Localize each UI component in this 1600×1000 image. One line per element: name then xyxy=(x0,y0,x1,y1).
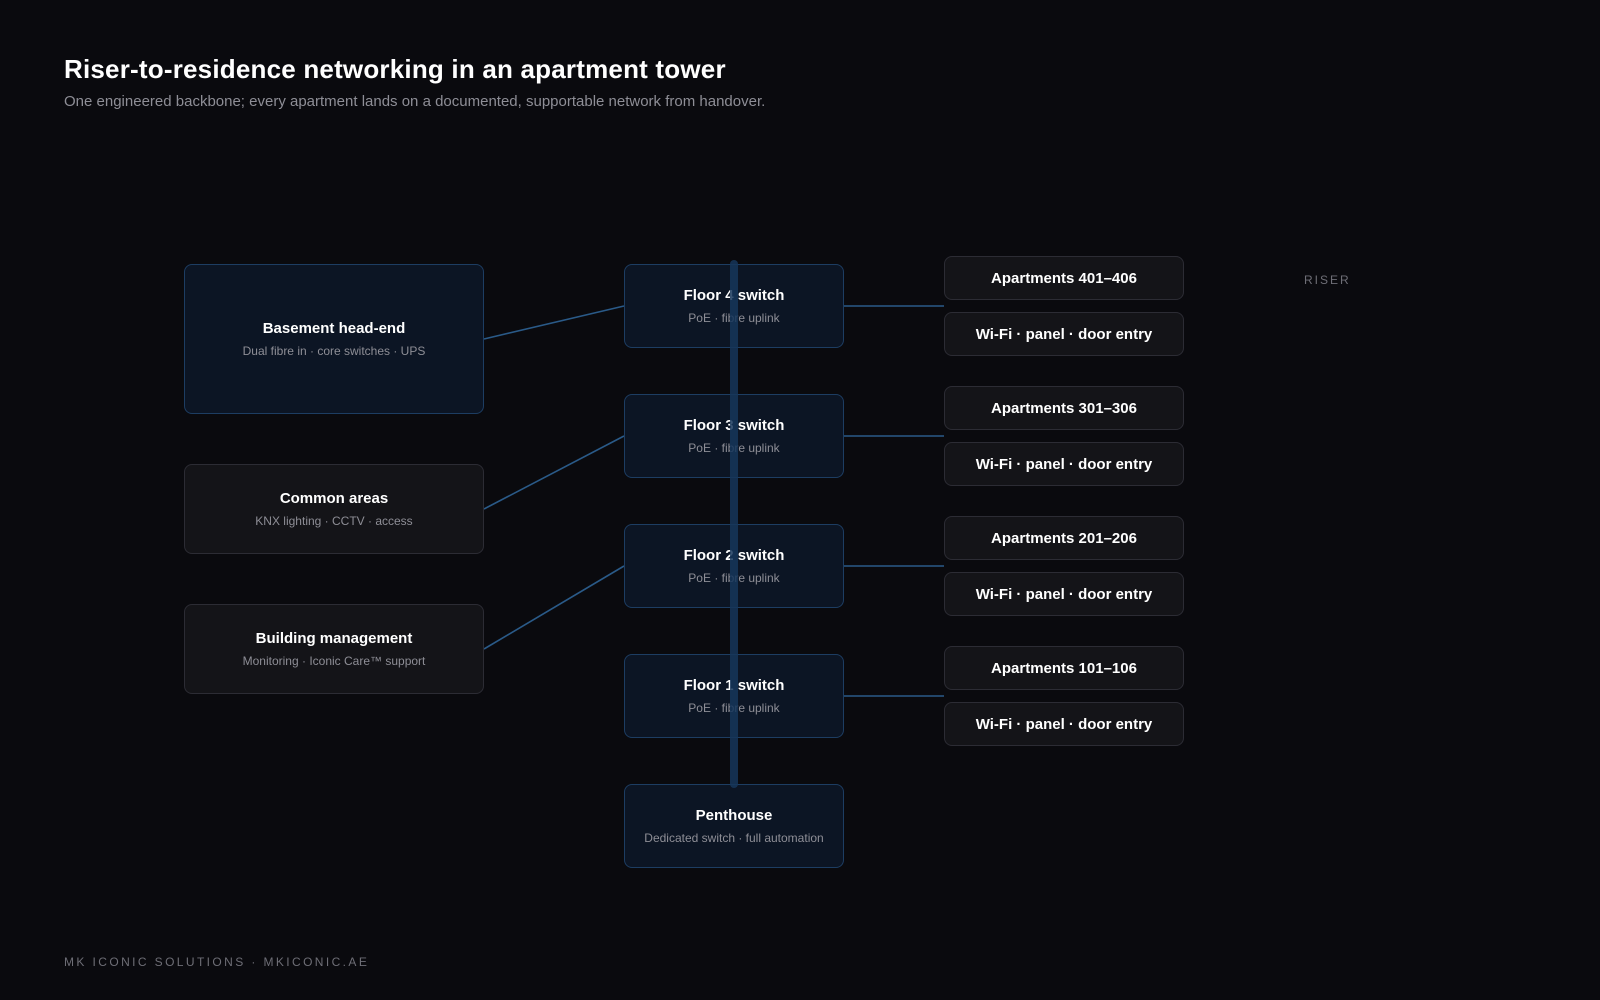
node-subtitle: Dedicated switch · full automation xyxy=(644,831,824,845)
node-apartments-floor-2: Apartments 201–206 xyxy=(944,516,1184,560)
node-title: Common areas xyxy=(279,490,389,507)
node-apartments-floor-4: Apartments 401–406 xyxy=(944,256,1184,300)
node-apartments-floor-3: Apartments 301–306 xyxy=(944,386,1184,430)
footer-brand: MK ICONIC SOLUTIONS · MKICONIC.AE xyxy=(64,955,370,969)
node-subtitle: Monitoring · Iconic Care™ support xyxy=(242,654,426,668)
node-title: Apartments 401–406 xyxy=(991,269,1137,287)
node-title: Apartments 201–206 xyxy=(991,529,1137,547)
node-title: Penthouse xyxy=(695,807,773,824)
node-title: Basement head-end xyxy=(262,320,406,337)
node-basement-head-end: Basement head-end Dual fibre in · core s… xyxy=(184,264,484,414)
link-common-floor3 xyxy=(483,435,625,510)
node-title: Building management xyxy=(255,630,413,647)
riser-label: RISER xyxy=(1304,273,1351,287)
node-services-floor-2: Wi-Fi · panel · door entry xyxy=(944,572,1184,616)
node-services-floor-4: Wi-Fi · panel · door entry xyxy=(944,312,1184,356)
node-building-management: Building management Monitoring · Iconic … xyxy=(184,604,484,694)
riser-backbone xyxy=(730,260,738,788)
node-subtitle: KNX lighting · CCTV · access xyxy=(255,514,413,528)
node-penthouse: Penthouse Dedicated switch · full automa… xyxy=(624,784,844,868)
node-services-floor-3: Wi-Fi · panel · door entry xyxy=(944,442,1184,486)
node-common-areas: Common areas KNX lighting · CCTV · acces… xyxy=(184,464,484,554)
node-title: Wi-Fi · panel · door entry xyxy=(975,325,1153,343)
node-title: Apartments 301–306 xyxy=(991,399,1137,417)
node-title: Apartments 101–106 xyxy=(991,659,1137,677)
link-headend-floor4 xyxy=(483,305,625,340)
node-apartments-floor-1: Apartments 101–106 xyxy=(944,646,1184,690)
link-bms-floor2 xyxy=(483,565,625,650)
node-subtitle: Dual fibre in · core switches · UPS xyxy=(242,344,426,358)
node-title: Wi-Fi · panel · door entry xyxy=(975,585,1153,603)
node-title: Wi-Fi · panel · door entry xyxy=(975,715,1153,733)
node-services-floor-1: Wi-Fi · panel · door entry xyxy=(944,702,1184,746)
node-title: Wi-Fi · panel · door entry xyxy=(975,455,1153,473)
